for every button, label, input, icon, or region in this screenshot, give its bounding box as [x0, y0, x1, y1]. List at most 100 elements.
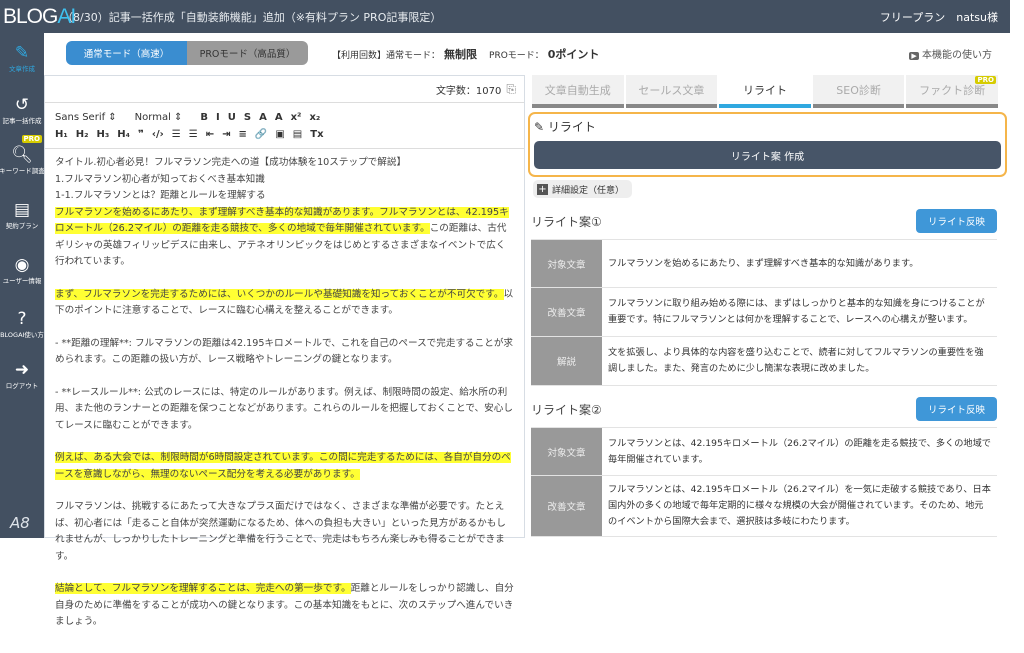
sidebar-item-2[interactable]: PRO 🔍︎ キーワード調査 [0, 135, 45, 175]
toolbar-button[interactable]: H₂ [76, 129, 89, 140]
usage-info: 【利用回数】通常モード： 無制限 PROモード： 0ポイント [332, 46, 599, 62]
sidebar-item-5[interactable]: ? BLOGAI使い方 [0, 309, 44, 339]
tab-2[interactable]: リライト [719, 75, 811, 108]
toolbar-button[interactable]: B [200, 112, 208, 123]
sidebar: ✎ 文章作成 ↺ 記事一括作成 PRO 🔍︎ キーワード調査 ▤ 契約プラン ◉ ユーザー情報 ? BL… [0, 33, 45, 538]
toolbar-button[interactable]: A [275, 112, 283, 123]
row-value: フルマラソンを始めるにあたり、まず理解すべき基本的な知識があります。 [608, 257, 919, 269]
search-icon: 🔍︎ [11, 145, 33, 165]
proposal-row: 改善文章 フルマラソンに取り組み始める際には、まずはしっかりと基本的な知識を身につ… [531, 288, 997, 337]
paragraph: 1.フルマラソン初心者が知っておくべき基本知識 [55, 172, 514, 189]
row-value: フルマラソンとは、42.195キロメートル（26.2マイル）の距離を走る競技で、… [608, 437, 991, 465]
sidebar-item-4[interactable]: ◉ ユーザー情報 [0, 255, 44, 285]
paragraph: フルマラソンを始めるにあたり、まず理解すべき基本的な知識があります。フルマラソン… [55, 205, 514, 271]
editor-content[interactable]: タイトル.初心者必見！フルマラソン完走への道【成功体験を10ステップで解説】 1.… [45, 149, 524, 653]
apply-rewrite-button[interactable]: リライト反映 [915, 397, 997, 421]
tab-4[interactable]: ファクト診断 PRO [906, 75, 998, 108]
paragraph: 例えば、ある大会では、制限時間が6時間設定されています。この間に完走するためには… [55, 450, 514, 483]
toolbar-button[interactable]: Normal ⇕ [135, 112, 183, 123]
toolbar-button[interactable]: ▤ [293, 129, 302, 140]
logo[interactable]: BLOGAI [0, 5, 76, 29]
sidebar-item-1[interactable]: ↺ 記事一括作成 [0, 95, 44, 125]
announcement[interactable]: （8/30）記事一括作成「自動装飾機能」追加（※有料プラン PRO記事限定） [62, 9, 441, 25]
help-icon: ? [17, 309, 27, 329]
toolbar-button[interactable]: x₂ [309, 112, 320, 123]
sidebar-item-label: ログアウト [5, 382, 39, 390]
mode-toggle: 通常モード（高速） PROモード（高品質） [66, 41, 308, 65]
tab-1[interactable]: セールス文章 [625, 75, 718, 108]
history-icon: ↺ [14, 95, 30, 115]
row-label: 改善文章 [531, 288, 602, 336]
toolbar-button[interactable]: ☰ [172, 129, 181, 140]
pro-badge: PRO [21, 135, 42, 143]
proposal-row: 改善文章 フルマラソンとは、42.195キロメートル（26.2マイル）を一気に走破… [531, 476, 997, 537]
sidebar-item-label: キーワード調査 [0, 167, 45, 175]
tab-label: SEO診断 [836, 83, 881, 97]
char-count-bar: 文字数：1070 ⎘ [45, 76, 524, 103]
rewrite-proposal: リライト案② リライト反映対象文章 フルマラソンとは、42.195キロメートル（26… [531, 396, 997, 537]
pro-mode-button[interactable]: PROモード（高品質） [187, 41, 308, 65]
copy-icon[interactable]: ⎘ [506, 82, 516, 97]
toolbar-button[interactable]: ☰ [189, 129, 198, 140]
howto-link[interactable]: ▶ 本機能の使い方 [909, 46, 992, 61]
tab-label: 文章自動生成 [544, 83, 611, 97]
proposal-title: リライト案② [531, 402, 602, 417]
text-segment: - **レースルール**: 公式のレースには、特定のルールがあります。例えば、制… [55, 386, 513, 431]
sidebar-item-0[interactable]: ✎ 文章作成 [0, 43, 44, 73]
user-icon: ◉ [14, 255, 30, 275]
toolbar-button[interactable]: S [244, 112, 251, 123]
detail-settings-button[interactable]: + 詳細設定（任意） [533, 180, 633, 198]
normal-mode-button[interactable]: 通常モード（高速） [66, 41, 187, 65]
highlighted-text: 例えば、ある大会では、制限時間が6時間設定されています。この間に完走するためには… [55, 452, 511, 480]
row-value: フルマラソンに取り組み始める際には、まずはしっかりと基本的な知識を身につけること… [608, 298, 985, 325]
rewrite-title-text: リライト [547, 120, 596, 134]
plus-icon: + [537, 183, 548, 195]
toolbar-button[interactable]: H₁ [55, 129, 68, 140]
toolbar-button[interactable]: Tx [310, 129, 323, 140]
paragraph: まず、フルマラソンを完走するためには、いくつかのルールや基礎知識を知っておくこと… [55, 287, 514, 320]
row-value: 文を拡張し、より具体的な内容を盛り込むことで、読者に対してフルマラソンの重要性を… [608, 347, 984, 374]
tab-label: セールス文章 [638, 83, 705, 97]
toolbar-button[interactable]: ≡ [239, 129, 247, 140]
text-segment: タイトル.初心者必見！フルマラソン完走への道【成功体験を10ステップで解説】 [55, 157, 407, 168]
toolbar-button[interactable]: U [228, 112, 236, 123]
toolbar-button[interactable]: Sans Serif ⇕ [55, 112, 117, 123]
tool-tabs: 文章自動生成 セールス文章 リライト SEO診断 ファクト診断 PRO [532, 75, 998, 108]
pro-badge: PRO [975, 76, 996, 84]
pencil-icon: ✎ [534, 120, 545, 134]
text-segment: フルマラソンは、挑戦するにあたって大きなプラス面だけではなく、さまざまな準備が必… [55, 501, 506, 562]
toolbar-button[interactable]: H₃ [97, 129, 110, 140]
create-rewrite-button[interactable]: リライト案 作成 [534, 141, 1001, 169]
toolbar-button[interactable]: ⇤ [206, 129, 214, 140]
toolbar-button[interactable]: ⇥ [222, 129, 230, 140]
row-label: 対象文章 [531, 428, 602, 475]
apply-rewrite-button[interactable]: リライト反映 [915, 209, 997, 233]
rewrite-title: ✎ リライト [534, 118, 1001, 135]
tab-3[interactable]: SEO診断 [812, 75, 905, 108]
logout-icon: ➜ [14, 360, 30, 380]
toolbar-button[interactable]: A [259, 112, 267, 123]
paragraph: 結論として、フルマラソンを理解することは、完走への第一歩です。距離とルールをしっ… [55, 581, 514, 631]
toolbar-button[interactable]: ▣ [275, 129, 284, 140]
document-icon: ▤ [13, 200, 31, 220]
toolbar-button[interactable]: ❞ [138, 129, 144, 140]
toolbar-button[interactable]: I [216, 112, 220, 123]
user-plan[interactable]: フリープラン natsu様 [880, 9, 1010, 25]
sidebar-item-3[interactable]: ▤ 契約プラン [0, 200, 44, 230]
toolbar-button[interactable]: 🔗 [255, 129, 267, 140]
editor-toolbar: Sans Serif ⇕ Normal ⇕ B I U S A Ax² x₂ H₁ H₂ H₃ H₄ ❞ ‹… [45, 103, 524, 149]
sidebar-item-6[interactable]: ➜ ログアウト [0, 360, 44, 390]
usage-pro-label: PROモード： [489, 51, 544, 61]
tab-0[interactable]: 文章自動生成 [532, 75, 624, 108]
detail-settings-label: 詳細設定（任意） [552, 185, 625, 196]
toolbar-button[interactable]: ‹/› [152, 129, 164, 140]
usage-pro: 0ポイント [547, 48, 600, 61]
sidebar-item-label: 文章作成 [9, 65, 35, 73]
a8-logo: A8 [10, 514, 30, 532]
tab-label: ファクト診断 [919, 83, 986, 97]
paragraph: - **距離の理解**: フルマラソンの距離は42.195キロメートルで、これを… [55, 336, 514, 369]
toolbar-button[interactable]: x² [291, 112, 302, 123]
highlighted-text: まず、フルマラソンを完走するためには、いくつかのルールや基礎知識を知っておくこと… [55, 288, 504, 300]
toolbar-button[interactable]: H₄ [117, 129, 130, 140]
row-label: 対象文章 [531, 240, 602, 287]
